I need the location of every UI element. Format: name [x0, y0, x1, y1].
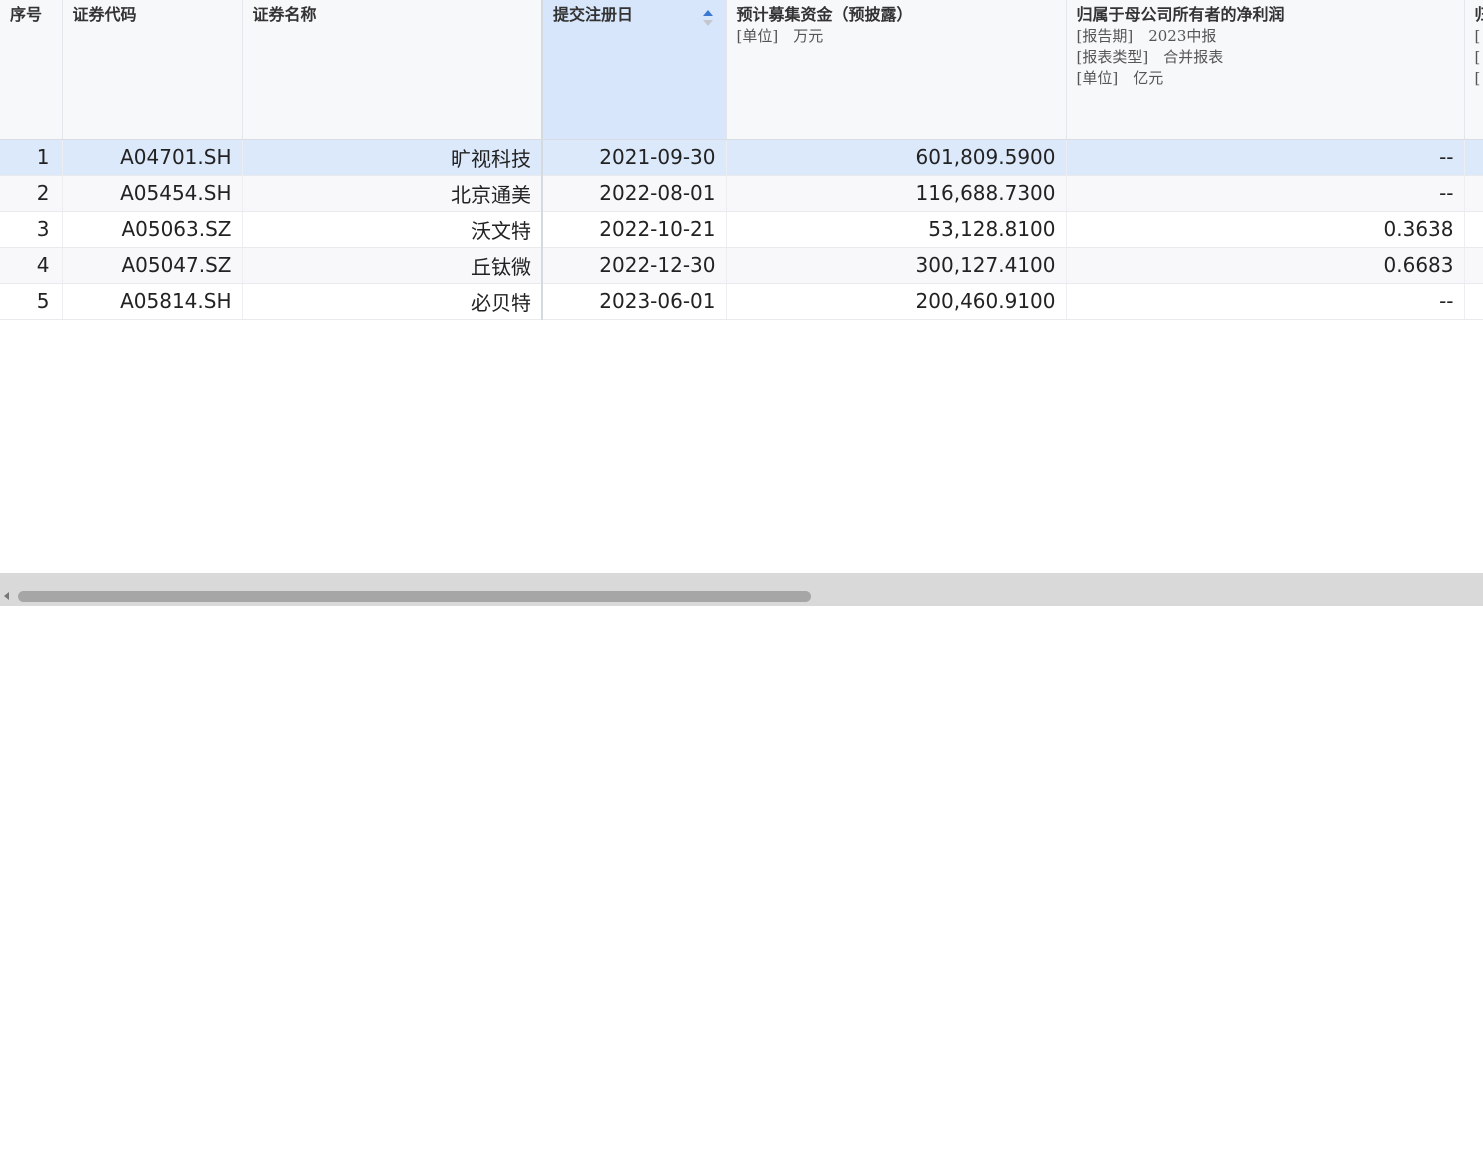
cell-name[interactable]: 沃文特 — [242, 211, 542, 247]
table-row[interactable]: 4A05047.SZ丘钛微2022-12-30300,127.41000.668… — [0, 247, 1483, 283]
cell-code[interactable]: A05063.SZ — [62, 211, 242, 247]
cell-truncated[interactable] — [1464, 139, 1483, 175]
cell-net-profit[interactable]: -- — [1066, 139, 1464, 175]
column-header-title: 证券代码 — [73, 4, 242, 26]
table-row[interactable]: 2A05454.SH北京通美2022-08-01116,688.7300-- — [0, 175, 1483, 211]
cell-submit-date[interactable]: 2022-08-01 — [542, 175, 726, 211]
cell-code[interactable]: A05814.SH — [62, 283, 242, 319]
column-header-title: 证券名称 — [253, 4, 542, 26]
cell-truncated[interactable] — [1464, 175, 1483, 211]
cell-name[interactable]: 北京通美 — [242, 175, 542, 211]
table-row[interactable]: 5A05814.SH必贝特2023-06-01200,460.9100-- — [0, 283, 1483, 319]
scroll-left-arrow-icon[interactable] — [4, 592, 9, 600]
watermark: 截图来自同花顺iFinD — [1333, 1153, 1475, 1174]
column-header-title: 归 — [1475, 4, 1483, 26]
cell-net-profit[interactable]: 0.3638 — [1066, 211, 1464, 247]
results-table: 序号 证券代码 证券名称 提交注册日 预计募集资金（预披露） [单位] 万元 — [0, 0, 1483, 320]
cell-index[interactable]: 3 — [0, 211, 62, 247]
column-header-param: [ — [1475, 68, 1483, 89]
column-header-raised-funds[interactable]: 预计募集资金（预披露） [单位] 万元 — [726, 0, 1066, 139]
column-header-param: [ — [1475, 47, 1483, 68]
column-header-truncated[interactable]: 归 [ [ [ — [1464, 0, 1483, 139]
cell-code[interactable]: A05047.SZ — [62, 247, 242, 283]
cell-index[interactable]: 5 — [0, 283, 62, 319]
cell-submit-date[interactable]: 2022-10-21 — [542, 211, 726, 247]
cell-net-profit[interactable]: -- — [1066, 175, 1464, 211]
cell-name[interactable]: 丘钛微 — [242, 247, 542, 283]
cell-truncated[interactable] — [1464, 283, 1483, 319]
column-header-title: 序号 — [10, 4, 62, 26]
column-header-title: 归属于母公司所有者的净利润 — [1077, 4, 1464, 26]
cell-net-profit[interactable]: -- — [1066, 283, 1464, 319]
column-header-name[interactable]: 证券名称 — [242, 0, 542, 139]
data-grid: 序号 证券代码 证券名称 提交注册日 预计募集资金（预披露） [单位] 万元 — [0, 0, 1483, 573]
cell-name[interactable]: 必贝特 — [242, 283, 542, 319]
horizontal-scrollbar[interactable]: 截图来自同花顺iFinD — [0, 573, 1483, 606]
column-header-title: 预计募集资金（预披露） — [737, 4, 1066, 26]
cell-raised-funds[interactable]: 116,688.7300 — [726, 175, 1066, 211]
table-body: 1A04701.SH旷视科技2021-09-30601,809.5900--2A… — [0, 139, 1483, 319]
cell-truncated[interactable] — [1464, 211, 1483, 247]
scrollbar-thumb[interactable] — [18, 591, 811, 602]
cell-raised-funds[interactable]: 200,460.9100 — [726, 283, 1066, 319]
cell-raised-funds[interactable]: 53,128.8100 — [726, 211, 1066, 247]
column-header-param: [报告期] 2023中报 — [1077, 26, 1464, 47]
cell-code[interactable]: A05454.SH — [62, 175, 242, 211]
cell-raised-funds[interactable]: 601,809.5900 — [726, 139, 1066, 175]
column-header-param: [单位] 万元 — [737, 26, 1066, 47]
column-header-param: [单位] 亿元 — [1077, 68, 1464, 89]
cell-raised-funds[interactable]: 300,127.4100 — [726, 247, 1066, 283]
sort-ascending-icon[interactable] — [701, 8, 715, 28]
table-row[interactable]: 3A05063.SZ沃文特2022-10-2153,128.81000.3638 — [0, 211, 1483, 247]
column-header-param: [ — [1475, 26, 1483, 47]
column-header-param: [报表类型] 合并报表 — [1077, 47, 1464, 68]
column-header-net-profit[interactable]: 归属于母公司所有者的净利润 [报告期] 2023中报 [报表类型] 合并报表 [… — [1066, 0, 1464, 139]
cell-index[interactable]: 2 — [0, 175, 62, 211]
column-header-title: 提交注册日 — [553, 4, 726, 26]
cell-truncated[interactable] — [1464, 247, 1483, 283]
cell-index[interactable]: 4 — [0, 247, 62, 283]
column-header-submit-date[interactable]: 提交注册日 — [542, 0, 726, 139]
table-row[interactable]: 1A04701.SH旷视科技2021-09-30601,809.5900-- — [0, 139, 1483, 175]
cell-net-profit[interactable]: 0.6683 — [1066, 247, 1464, 283]
cell-code[interactable]: A04701.SH — [62, 139, 242, 175]
cell-submit-date[interactable]: 2022-12-30 — [542, 247, 726, 283]
cell-index[interactable]: 1 — [0, 139, 62, 175]
column-header-index[interactable]: 序号 — [0, 0, 62, 139]
cell-submit-date[interactable]: 2021-09-30 — [542, 139, 726, 175]
cell-name[interactable]: 旷视科技 — [242, 139, 542, 175]
header-row: 序号 证券代码 证券名称 提交注册日 预计募集资金（预披露） [单位] 万元 — [0, 0, 1483, 139]
cell-submit-date[interactable]: 2023-06-01 — [542, 283, 726, 319]
column-header-code[interactable]: 证券代码 — [62, 0, 242, 139]
